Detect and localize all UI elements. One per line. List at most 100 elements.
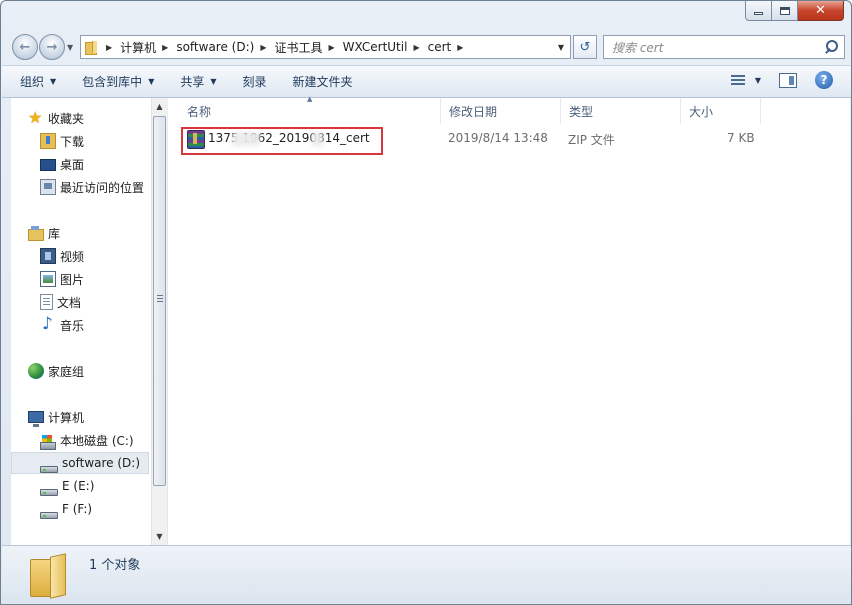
minimize-icon [754, 12, 763, 15]
column-header-type[interactable]: 类型 [561, 98, 681, 124]
column-header-label: 名称 [187, 104, 212, 119]
new-folder-label: 新建文件夹 [292, 75, 353, 89]
file-size: 7 KB [727, 131, 755, 145]
downloads-folder-icon [40, 133, 56, 149]
include-in-library-label: 包含到库中 [82, 75, 143, 89]
column-header-date-modified[interactable]: 修改日期 [441, 98, 561, 124]
documents-icon [40, 294, 53, 310]
libraries-icon [28, 226, 44, 241]
breadcrumb-cert-tools[interactable]: 证书工具 [274, 39, 322, 56]
scroll-up-arrow-icon[interactable]: ▲ [152, 98, 167, 115]
navigation-scrollbar[interactable]: ▲ ▼ [151, 98, 167, 545]
close-icon: ✕ [815, 3, 826, 18]
file-list: ▲ 名称 修改日期 类型 大小 1375 1962_20190814_cert … [168, 95, 850, 545]
breadcrumb-cert[interactable]: cert [428, 40, 452, 54]
scroll-down-arrow-icon[interactable]: ▼ [152, 528, 167, 545]
search-box[interactable]: 搜索 cert [603, 35, 845, 59]
sidebar-item-label: F (F:) [62, 502, 93, 516]
share-menu[interactable]: 共享 ▼ [172, 70, 224, 94]
breadcrumb-separator-icon[interactable]: ▶ [106, 43, 112, 52]
maximize-button[interactable] [772, 1, 798, 21]
column-header-label: 修改日期 [449, 104, 498, 119]
drive-icon [40, 511, 58, 519]
forward-button[interactable]: → [39, 34, 65, 60]
column-header-label: 类型 [569, 104, 594, 119]
share-label: 共享 [180, 75, 205, 89]
search-icon[interactable] [822, 38, 840, 56]
navigation-row: ← → ▼ ▶ 计算机 ▶ software (D:) ▶ 证书工具 ▶ WXC… [1, 31, 851, 63]
folder-icon [84, 40, 100, 55]
back-button[interactable]: ← [12, 34, 38, 60]
organize-menu[interactable]: 组织 ▼ [12, 70, 64, 94]
breadcrumb-separator-icon[interactable]: ▶ [162, 43, 168, 52]
scrollbar-grip-icon [157, 295, 163, 302]
breadcrumb-separator-icon[interactable]: ▶ [413, 43, 419, 52]
file-date-modified: 2019/8/14 13:48 [448, 131, 548, 145]
system-drive-icon [40, 435, 56, 450]
sidebar-item-label: 库 [48, 226, 61, 241]
search-input[interactable]: 搜索 cert [604, 39, 822, 56]
sidebar-item-label: 下载 [60, 134, 85, 149]
help-icon[interactable]: ? [815, 71, 833, 89]
breadcrumb-computer[interactable]: 计算机 [120, 39, 156, 56]
music-icon [40, 314, 56, 334]
sidebar-item-label: E (E:) [62, 479, 95, 493]
sidebar-item-label: 最近访问的位置 [60, 180, 145, 195]
view-options-chevron-icon[interactable]: ▼ [755, 76, 761, 85]
sidebar-item-drive-d[interactable]: software (D:) [11, 452, 149, 474]
breadcrumb-separator-icon[interactable]: ▶ [329, 43, 335, 52]
favorites-star-icon [28, 108, 44, 127]
file-type: ZIP 文件 [568, 133, 615, 147]
forward-arrow-icon: → [46, 39, 58, 55]
details-pane: 1 个对象 [2, 545, 851, 603]
chevron-down-icon: ▼ [148, 77, 155, 86]
sidebar-item-favorites[interactable]: 收藏夹 [28, 107, 168, 129]
burn-button[interactable]: 刻录 [235, 70, 275, 94]
computer-icon [28, 411, 44, 427]
sidebar-item-label: 计算机 [48, 410, 85, 425]
sidebar-item-label: 本地磁盘 (C:) [60, 433, 134, 448]
refresh-button[interactable]: ↺ [573, 35, 597, 59]
breadcrumb-software-d[interactable]: software (D:) [176, 40, 254, 54]
chevron-down-icon: ▼ [50, 77, 57, 86]
column-header-label: 大小 [689, 104, 714, 119]
breadcrumb-separator-icon[interactable]: ▶ [457, 43, 463, 52]
command-toolbar: 组织 ▼ 包含到库中 ▼ 共享 ▼ 刻录 新建文件夹 ▼ ? [2, 65, 851, 98]
close-button[interactable]: ✕ [798, 1, 844, 21]
column-header-size[interactable]: 大小 [681, 98, 761, 124]
sidebar-item-libraries[interactable]: 库 [28, 222, 168, 244]
sidebar-item-homegroup[interactable]: 家庭组 [28, 360, 168, 382]
minimize-button[interactable] [745, 1, 772, 21]
toolbar-right-group: ▼ ? [729, 71, 833, 89]
column-headers: ▲ 名称 修改日期 类型 大小 [168, 95, 850, 124]
include-in-library-menu[interactable]: 包含到库中 ▼ [74, 70, 162, 94]
drive-icon [40, 465, 58, 473]
navigation-pane: 收藏夹 下载 桌面 最近访问的位置 库 视频 图片 文档 音乐 家庭组 计算机 … [11, 98, 167, 545]
scrollbar-thumb[interactable] [153, 116, 166, 486]
sidebar-item-label: 视频 [60, 249, 85, 264]
address-bar[interactable]: ▶ 计算机 ▶ software (D:) ▶ 证书工具 ▶ WXCertUti… [80, 35, 571, 59]
sidebar-item-label: 文档 [57, 295, 82, 310]
recent-pages-dropdown[interactable]: ▼ [67, 43, 73, 52]
breadcrumb-wxcertutil[interactable]: WXCertUtil [343, 40, 408, 54]
sidebar-item-label: software (D:) [62, 456, 140, 470]
sidebar-item-computer[interactable]: 计算机 [28, 406, 168, 428]
address-dropdown-icon[interactable]: ▼ [558, 43, 564, 52]
change-view-icon[interactable] [729, 73, 747, 87]
preview-pane-icon[interactable] [779, 72, 797, 88]
column-header-name[interactable]: 名称 [179, 98, 441, 124]
chevron-down-icon: ▼ [210, 77, 217, 86]
burn-label: 刻录 [242, 75, 267, 89]
new-folder-button[interactable]: 新建文件夹 [285, 70, 361, 94]
explorer-window: ✕ ← → ▼ ▶ 计算机 ▶ software (D:) ▶ 证书工具 ▶ W… [0, 0, 852, 605]
sidebar-item-label: 图片 [60, 272, 85, 287]
homegroup-icon [28, 363, 44, 379]
breadcrumb-separator-icon[interactable]: ▶ [260, 43, 266, 52]
sidebar-item-label: 桌面 [60, 157, 85, 172]
maximize-icon [779, 6, 790, 15]
highlight-box [181, 127, 383, 155]
refresh-icon: ↺ [579, 39, 591, 55]
item-count: 1 个对象 [89, 558, 141, 573]
recent-places-icon [40, 179, 56, 195]
sidebar-item-label: 收藏夹 [48, 111, 85, 126]
